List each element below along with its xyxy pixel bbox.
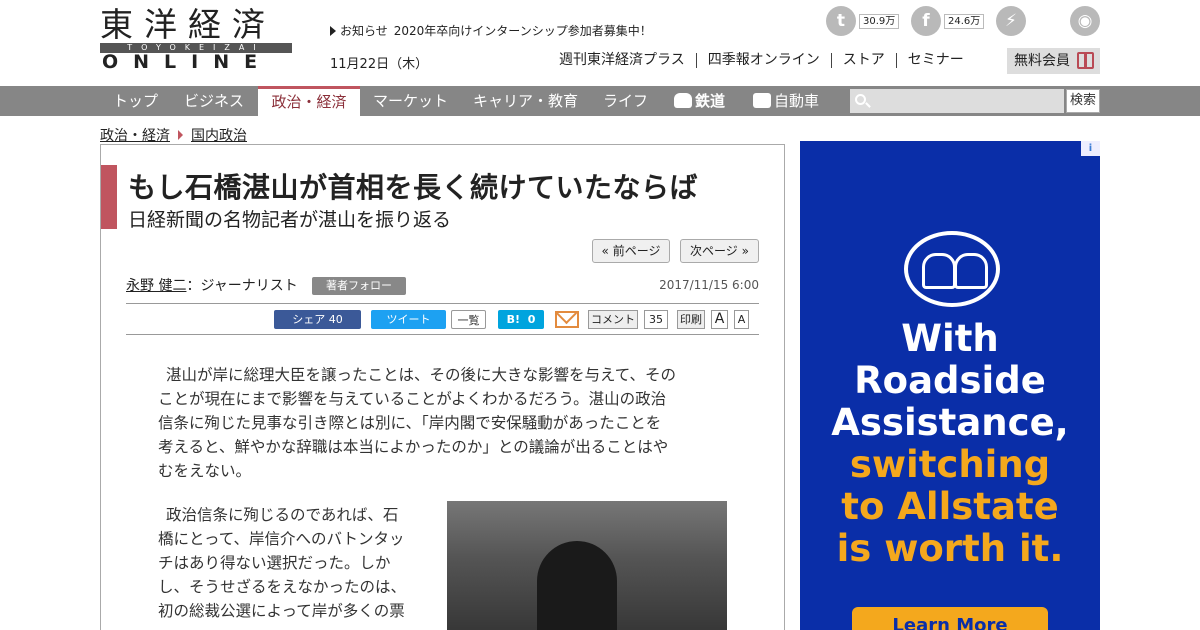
tweet-list-button[interactable]: 一覧	[451, 310, 486, 329]
link-seminar[interactable]: セミナー	[895, 53, 975, 68]
allstate-hands-icon	[904, 231, 1000, 307]
rss-icon: ◉	[1070, 6, 1100, 36]
link-store[interactable]: ストア	[830, 53, 896, 68]
mail-icon[interactable]	[555, 311, 579, 328]
author-line: 永野 健二：ジャーナリスト	[126, 275, 298, 295]
rss-link[interactable]: ◉	[1070, 6, 1100, 36]
ad-learn-more-button[interactable]: Learn More	[852, 607, 1048, 630]
train-icon	[674, 93, 692, 108]
site-header: 東洋経済 TOYOKEIZAI ONLINE お知らせ 2020年卒向けインターン…	[0, 0, 1200, 86]
nav-life[interactable]: ライフ	[603, 86, 648, 116]
prev-page-button[interactable]: « 前ページ	[592, 239, 670, 263]
gift-icon	[1077, 52, 1094, 69]
facebook-share-count: 40	[328, 313, 343, 326]
hatena-bookmark-button[interactable]: B! 0	[498, 310, 544, 329]
notice[interactable]: お知らせ 2020年卒向けインターンシップ参加者募集中！	[330, 22, 652, 39]
photo-portrait	[537, 541, 617, 630]
font-size-large-button[interactable]: A	[711, 310, 728, 329]
paragraph-line: ことが現在にまで影響を与えていることがよくわかるだろう。湛山の政治	[158, 390, 667, 408]
ad-headline-line-3: Assistance,	[831, 401, 1069, 444]
logo-online: ONLINE	[102, 51, 273, 73]
paragraph-line: 橋にとって、岸信介へのバトンタッ	[158, 530, 405, 548]
ad-headline-line-6: is worth it.	[836, 527, 1064, 570]
nav-railway[interactable]: 鉄道	[674, 86, 725, 116]
divider	[126, 334, 759, 335]
nav-politics-economy[interactable]: 政治・経済	[258, 86, 360, 116]
paragraph-line: 湛山が岸に総理大臣を譲ったことは、その後に大きな影響を与えて、その	[166, 366, 676, 384]
facebook-share-button[interactable]: シェア 40	[274, 310, 361, 329]
nav-market[interactable]: マーケット	[373, 86, 448, 116]
paragraph-line: 考えると、鮮やかな辞職は本当によかったのか」との議論が出ることはや	[158, 438, 669, 456]
twitter-follow[interactable]: t 30.9万	[826, 6, 900, 36]
adchoices-icon[interactable]: i	[1081, 141, 1100, 156]
breadcrumb-domestic-politics[interactable]: 国内政治	[191, 128, 247, 144]
next-page-button[interactable]: 次ページ »	[680, 239, 759, 263]
published-date: 2017/11/15 6:00	[659, 278, 759, 292]
author-name[interactable]: 永野 健二	[126, 278, 186, 294]
search-input[interactable]	[850, 89, 1064, 113]
site-logo[interactable]: 東洋経済 TOYOKEIZAI ONLINE	[100, 5, 292, 73]
facebook-share-label: シェア	[292, 313, 326, 326]
divider	[126, 303, 759, 304]
ad-headline-line-2: Roadside	[854, 359, 1046, 402]
advertisement[interactable]: i With Roadside Assistance, switching to…	[800, 141, 1100, 630]
header-links: 週刊東洋経済プラス 四季報オンライン ストア セミナー	[556, 53, 975, 68]
twitter-icon: t	[826, 6, 856, 36]
current-date: 11月22日（木）	[330, 57, 429, 72]
nav-automobile[interactable]: 自動車	[753, 86, 819, 116]
logo-kanji: 東洋経済	[100, 5, 276, 44]
comment-button[interactable]: コメント	[588, 310, 638, 329]
hatena-count: 0	[527, 313, 536, 326]
ad-headline-line-4: switching	[849, 443, 1051, 486]
nav-career[interactable]: キャリア・教育	[473, 86, 578, 116]
print-button[interactable]: 印刷	[677, 310, 705, 329]
nav-railway-label: 鉄道	[695, 92, 726, 110]
nav-business[interactable]: ビジネス	[184, 86, 244, 116]
triangle-right-icon	[330, 26, 336, 36]
free-member-label: 無料会員	[1014, 53, 1070, 69]
paragraph-1: 湛山が岸に総理大臣を譲ったことは、その後に大きな影響を与えて、その ことが現在に…	[158, 363, 728, 483]
paragraph-line: 信条に殉じた見事な引き際とは別に、「岸内閣で安保騒動があったことを	[158, 414, 662, 432]
notice-label: お知らせ	[340, 24, 388, 38]
facebook-follow[interactable]: f 24.6万	[911, 6, 985, 36]
messenger-icon: ⚡	[996, 6, 1026, 36]
paragraph-line: むをえない。	[158, 462, 252, 480]
breadcrumb-politics-economy[interactable]: 政治・経済	[100, 128, 170, 144]
facebook-icon: f	[911, 6, 941, 36]
messenger-link[interactable]: ⚡	[996, 6, 1026, 36]
tweet-button[interactable]: ツイート	[371, 310, 446, 329]
search-button[interactable]: 検索	[1066, 89, 1100, 113]
nav-top[interactable]: トップ	[113, 86, 158, 116]
title-accent-bar	[101, 165, 117, 229]
breadcrumb-arrow-icon	[178, 130, 183, 140]
font-size-small-button[interactable]: A	[734, 310, 749, 329]
ad-headline-line-1: With	[901, 317, 999, 360]
comment-count: 35	[644, 310, 668, 329]
paragraph-line: チはあり得ない選択だった。しか	[158, 554, 391, 572]
car-icon	[753, 93, 771, 108]
twitter-count: 30.9万	[859, 13, 900, 29]
paragraph-line: し、そうせざるをえなかったのは、	[158, 578, 407, 596]
nav-automobile-label: 自動車	[774, 92, 820, 110]
author-role: ：ジャーナリスト	[186, 278, 298, 294]
paragraph-line: 政治信条に殉じるのであれば、石	[166, 506, 399, 524]
author-follow-label: 著者フォロー	[326, 279, 392, 292]
article-photo	[447, 501, 727, 630]
article-title: もし石橋湛山が首相を長く続けていたならば	[128, 171, 699, 204]
author-follow-button[interactable]: 著者フォロー	[312, 277, 406, 295]
article: もし石橋湛山が首相を長く続けていたならば 日経新聞の名物記者が湛山を振り返る «…	[100, 144, 785, 630]
paragraph-line: 初の総裁公選によって岸が多くの票	[158, 602, 405, 620]
paragraph-2: 政治信条に殉じるのであれば、石 橋にとって、岸信介へのバトンタッ チはあり得ない…	[158, 503, 433, 623]
ad-headline-line-5: to Allstate	[841, 485, 1059, 528]
facebook-count: 24.6万	[944, 13, 985, 29]
article-subtitle: 日経新聞の名物記者が湛山を振り返る	[128, 209, 452, 231]
hatena-label: B!	[506, 313, 521, 326]
search-icon	[855, 94, 866, 105]
free-member-button[interactable]: 無料会員	[1007, 48, 1100, 74]
link-weekly-plus[interactable]: 週刊東洋経済プラス	[556, 53, 696, 68]
link-shikiho[interactable]: 四季報オンライン	[695, 53, 831, 68]
notice-text[interactable]: 2020年卒向けインターンシップ参加者募集中！	[394, 24, 652, 38]
breadcrumb: 政治・経済 国内政治	[100, 125, 247, 145]
